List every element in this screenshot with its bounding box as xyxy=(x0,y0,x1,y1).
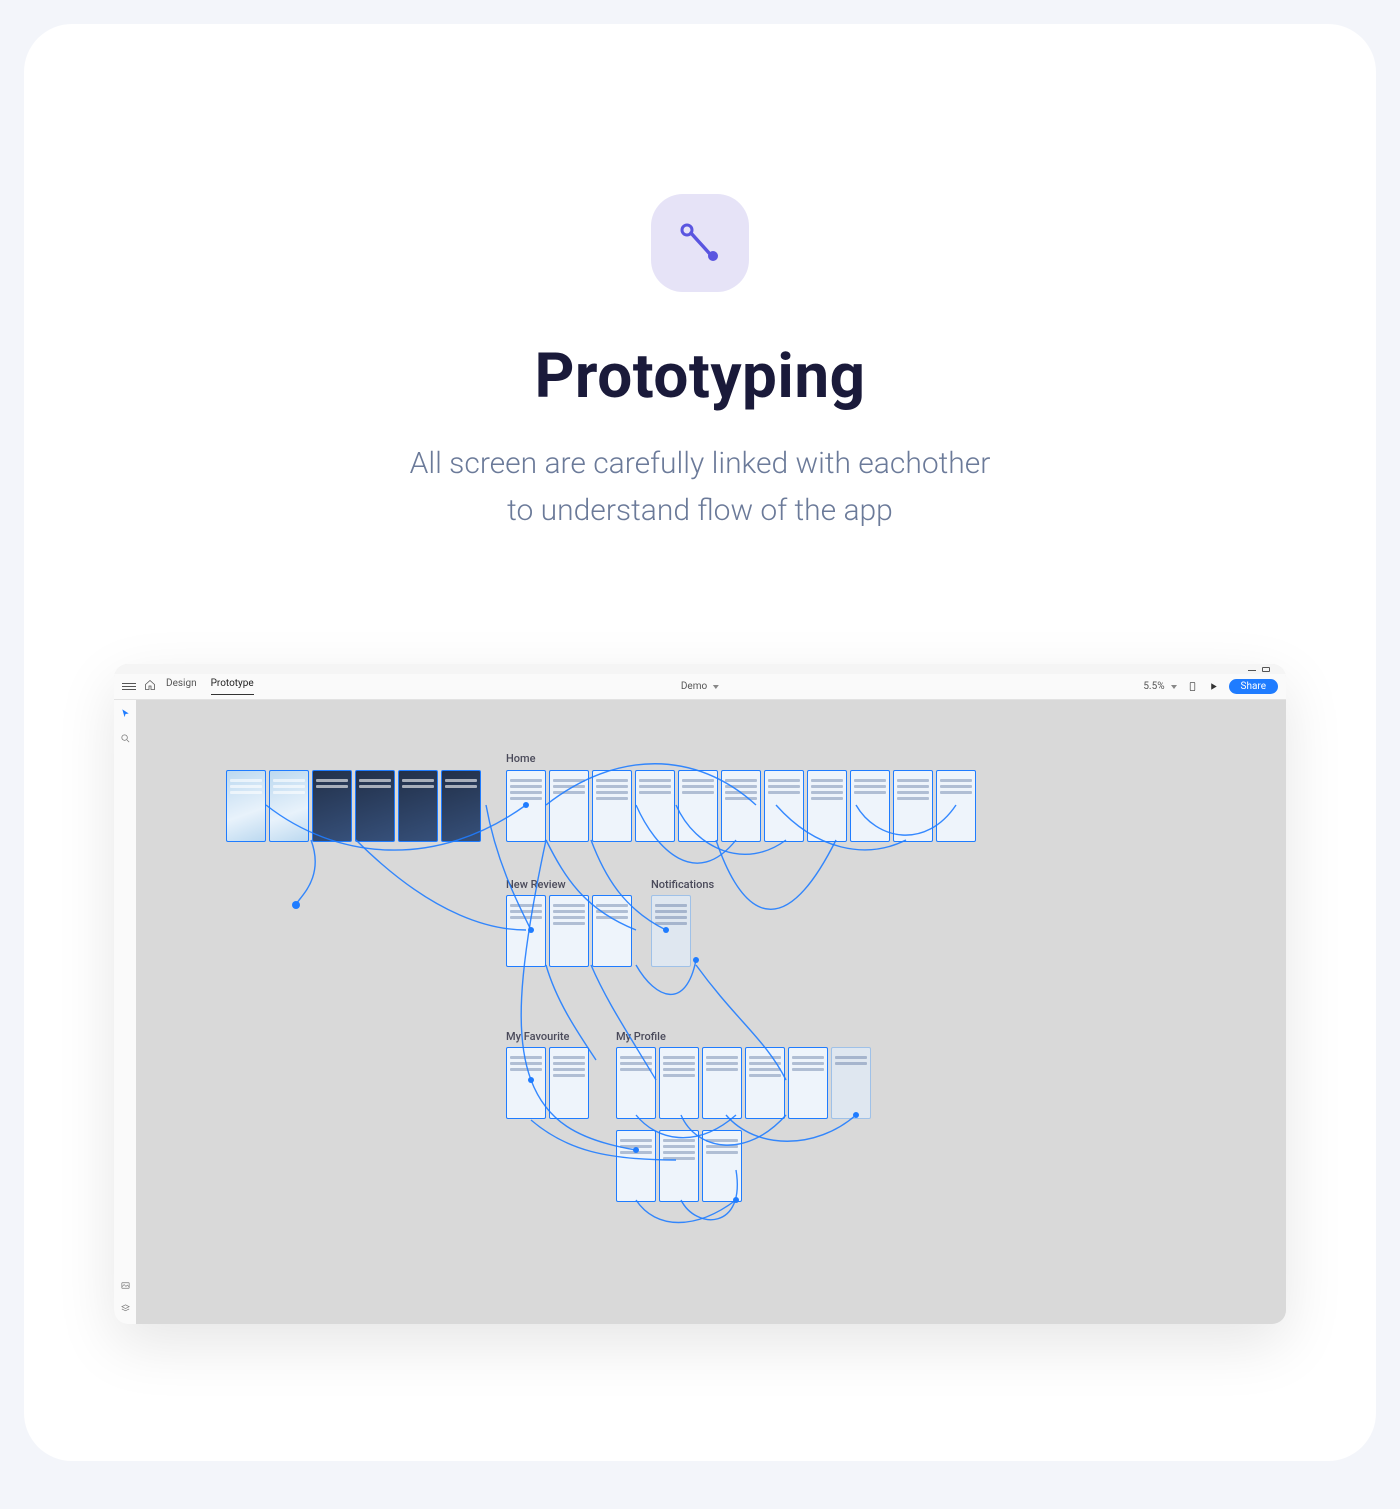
chevron-down-icon xyxy=(1171,685,1177,689)
flow-row-new-review xyxy=(506,895,632,967)
zoom-value: 5.5% xyxy=(1143,681,1164,692)
device-preview-icon[interactable] xyxy=(1187,681,1198,692)
artboard[interactable] xyxy=(659,1130,699,1202)
canvas[interactable]: Home New Review Notifications xyxy=(136,700,1286,1324)
artboard[interactable] xyxy=(745,1047,785,1119)
xd-window: Design Prototype Demo 5.5% Share xyxy=(114,664,1286,1324)
content-card: Prototyping All screen are carefully lin… xyxy=(24,24,1376,1461)
chevron-down-icon xyxy=(713,685,719,689)
artboard[interactable] xyxy=(616,1047,656,1119)
flow-row-onboarding xyxy=(226,770,481,842)
artboard[interactable] xyxy=(936,770,976,842)
artboard[interactable] xyxy=(651,895,691,967)
hero-title: Prototyping xyxy=(24,340,1376,413)
flow-row-profile xyxy=(616,1047,871,1119)
artboard[interactable] xyxy=(616,1130,656,1202)
zoom-dropdown[interactable]: 5.5% xyxy=(1143,681,1176,692)
artboard[interactable] xyxy=(831,1047,871,1119)
flow-row-profile-2 xyxy=(616,1130,742,1202)
tab-design[interactable]: Design xyxy=(166,678,197,695)
artboard[interactable] xyxy=(269,770,309,842)
artboard[interactable] xyxy=(312,770,352,842)
artboard[interactable] xyxy=(506,770,546,842)
play-icon[interactable] xyxy=(1208,681,1219,692)
artboard[interactable] xyxy=(702,1047,742,1119)
section-label-my-profile: My Profile xyxy=(616,1030,666,1043)
app-toolbar: Design Prototype Demo 5.5% Share xyxy=(114,674,1286,700)
artboard[interactable] xyxy=(764,770,804,842)
flow-row-notifications xyxy=(651,895,691,967)
artboard[interactable] xyxy=(226,770,266,842)
flow-row-home xyxy=(506,770,976,842)
artboard[interactable] xyxy=(850,770,890,842)
artboard[interactable] xyxy=(678,770,718,842)
pointer-icon[interactable] xyxy=(120,708,131,719)
artboard[interactable] xyxy=(441,770,481,842)
tab-prototype[interactable]: Prototype xyxy=(211,678,254,695)
window-minimize-icon[interactable] xyxy=(1248,667,1256,671)
hamburger-icon[interactable] xyxy=(122,683,136,690)
artboard[interactable] xyxy=(721,770,761,842)
mode-tabs: Design Prototype xyxy=(166,678,254,695)
layers-icon[interactable] xyxy=(120,1303,131,1314)
share-button[interactable]: Share xyxy=(1229,679,1278,694)
zoom-icon[interactable] xyxy=(120,733,131,744)
artboard[interactable] xyxy=(592,770,632,842)
artboard[interactable] xyxy=(549,770,589,842)
window-titlebar xyxy=(114,664,1286,674)
artboard[interactable] xyxy=(549,895,589,967)
section-label-notifications: Notifications xyxy=(651,878,714,891)
hero-subtitle: All screen are carefully linked with eac… xyxy=(24,441,1376,534)
artboard[interactable] xyxy=(893,770,933,842)
artboard[interactable] xyxy=(635,770,675,842)
section-label-home: Home xyxy=(506,752,536,765)
artboard[interactable] xyxy=(659,1047,699,1119)
artboard[interactable] xyxy=(398,770,438,842)
file-dropdown[interactable]: Demo xyxy=(681,681,719,692)
artboard[interactable] xyxy=(592,895,632,967)
hero-icon-tile xyxy=(651,194,749,292)
hero-subtitle-line2: to understand flow of the app xyxy=(507,493,893,528)
section-label-new-review: New Review xyxy=(506,878,566,891)
assets-icon[interactable] xyxy=(120,1280,131,1291)
section-label-my-favourite: My Favourite xyxy=(506,1030,569,1043)
hero-subtitle-line1: All screen are carefully linked with eac… xyxy=(410,446,991,481)
artboard[interactable] xyxy=(506,895,546,967)
flow-row-favourite xyxy=(506,1047,589,1119)
artboard[interactable] xyxy=(355,770,395,842)
artboard[interactable] xyxy=(506,1047,546,1119)
artboard[interactable] xyxy=(549,1047,589,1119)
artboard[interactable] xyxy=(788,1047,828,1119)
artboard[interactable] xyxy=(807,770,847,842)
window-maximize-icon[interactable] xyxy=(1262,667,1270,672)
flow-icon xyxy=(676,219,724,267)
home-icon[interactable] xyxy=(144,679,156,694)
artboard[interactable] xyxy=(702,1130,742,1202)
file-name: Demo xyxy=(681,681,707,692)
left-tool-rail xyxy=(114,700,136,1324)
